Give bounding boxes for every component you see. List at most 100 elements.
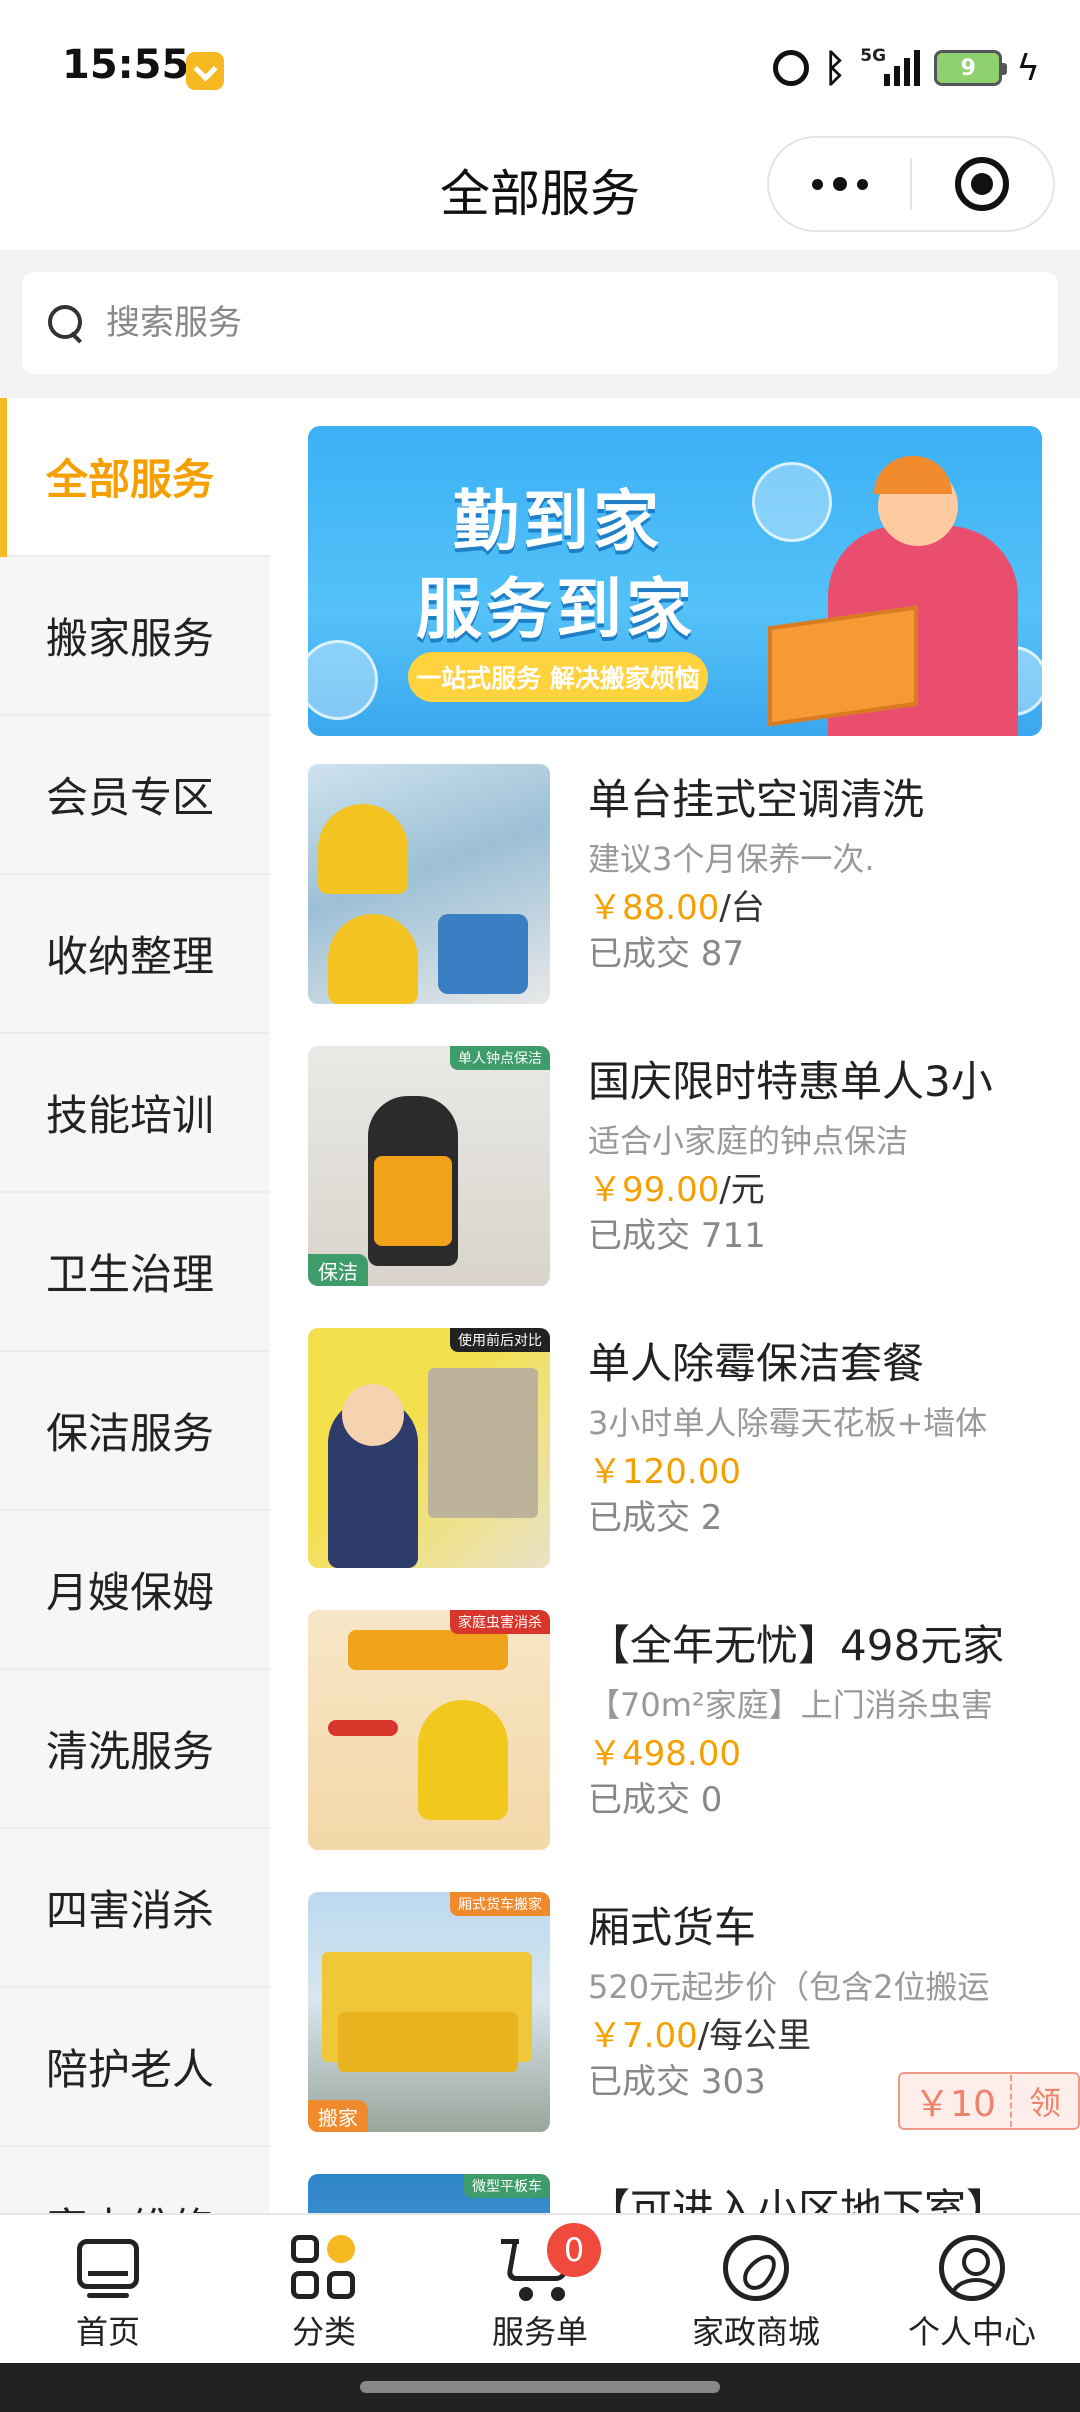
battery-icon: 9 xyxy=(934,50,1008,86)
thumbnail-category-tag: 保洁 xyxy=(308,1254,368,1286)
coupon-claim-label: 领 xyxy=(1028,2084,1061,2122)
tab-label: 个人中心 xyxy=(907,2313,1036,2351)
service-thumbnail: 单人钟点保洁 保洁 xyxy=(308,1046,550,1286)
tab-orders[interactable]: 0 服务单 xyxy=(432,2215,648,2365)
monitor-home-icon xyxy=(73,2233,143,2303)
service-price: ￥88.00/台 xyxy=(588,888,765,928)
service-title: 国庆限时特惠单人3小 xyxy=(588,1057,993,1106)
service-item[interactable]: 厢式货车搬家 搬家 厢式货车 520元起步价（包含2位搬运 ￥7.00/每公里 … xyxy=(308,1892,1080,2136)
service-item[interactable]: 微型平板车 【可进入小区地下室】 xyxy=(308,2174,1042,2213)
tab-mall[interactable]: 家政商城 xyxy=(648,2215,864,2365)
tab-label: 首页 xyxy=(75,2313,140,2351)
bubble-decoration xyxy=(308,640,378,720)
tab-profile[interactable]: 个人中心 xyxy=(864,2215,1080,2365)
app-notification-icon xyxy=(186,52,224,90)
service-sold-count: 已成交 2 xyxy=(588,1498,723,1538)
van-bubble-icon xyxy=(752,462,832,542)
thumbnail-corner-tag: 单人钟点保洁 xyxy=(450,1046,550,1070)
sidebar-item-label: 搬家服务 xyxy=(46,614,215,663)
coupon-button[interactable]: ￥10 领 xyxy=(898,2072,1080,2130)
service-sold-count: 已成交 711 xyxy=(588,1216,766,1256)
status-time: 15:55 xyxy=(62,42,190,88)
target-close-icon[interactable] xyxy=(912,138,1053,230)
bluetooth-icon: ᛒ xyxy=(823,46,847,90)
signal-icon: 5G xyxy=(860,46,921,86)
service-title: 单人除霉保洁套餐 xyxy=(588,1339,925,1388)
service-price: ￥498.00 xyxy=(588,1734,741,1774)
sidebar-item-label: 技能培训 xyxy=(46,1091,215,1140)
alarm-icon xyxy=(773,50,810,86)
search-icon xyxy=(46,303,86,343)
search-bar[interactable] xyxy=(22,272,1058,374)
service-thumbnail: 家庭虫害消杀 xyxy=(308,1610,550,1850)
title-bar: 全部服务 xyxy=(0,130,1080,250)
sidebar-item-label: 清洗服务 xyxy=(46,1727,215,1776)
service-title: 单台挂式空调清洗 xyxy=(588,775,925,824)
thumbnail-corner-tag: 微型平板车 xyxy=(464,2174,550,2198)
service-title: 【可进入小区地下室】 xyxy=(588,2185,1009,2213)
banner-slogan: 一站式服务 解决搬家烦恼 xyxy=(408,652,708,702)
service-subtitle: 3小时单人除霉天花板+墙体 xyxy=(588,1404,988,1442)
sidebar-item-pest-control[interactable]: 四害消杀 xyxy=(0,1829,270,1988)
sidebar-item-label: 陪护老人 xyxy=(46,2045,215,2094)
service-item[interactable]: 家庭虫害消杀 【全年无忧】498元家 【70m²家庭】上门消杀虫害 ￥498.0… xyxy=(308,1610,1042,1854)
sidebar-item-label: 收纳整理 xyxy=(46,932,215,981)
search-input[interactable] xyxy=(106,303,1006,343)
sidebar-item-label: 月嫂保姆 xyxy=(46,1568,215,1617)
sidebar-item-elderly-care[interactable]: 陪护老人 xyxy=(0,1988,270,2147)
sidebar-item-label: 卫生治理 xyxy=(46,1250,215,1299)
thumbnail-corner-tag: 家庭虫害消杀 xyxy=(450,1610,550,1634)
bottom-tab-bar: 首页 分类 0 服务单 家政商城 个人中心 xyxy=(0,2213,1080,2363)
charging-icon: ϟ xyxy=(1016,47,1040,89)
sidebar-item-label: 家电维修 xyxy=(46,2195,214,2213)
coupon-amount: ￥10 xyxy=(900,2075,1012,2127)
status-icons: ᛒ 5G 9 ϟ xyxy=(773,44,1040,92)
thumbnail-corner-tag: 使用前后对比 xyxy=(450,1328,550,1352)
sidebar-item-washing[interactable]: 清洗服务 xyxy=(0,1670,270,1829)
status-bar: 15:55 ᛒ 5G 9 ϟ xyxy=(0,0,1080,130)
more-dots-icon[interactable] xyxy=(769,138,910,230)
service-title: 【全年无忧】498元家 xyxy=(588,1621,1005,1670)
grid-category-icon xyxy=(289,2233,359,2303)
sidebar-item-label: 全部服务 xyxy=(46,455,215,504)
banner-title-line1: 勤到家 xyxy=(453,483,663,560)
service-list: 勤到家 服务到家 一站式服务 解决搬家烦恼 单台挂式空调清洗 建议3个月保养一次… xyxy=(270,398,1080,2213)
service-thumbnail: 使用前后对比 xyxy=(308,1328,550,1568)
sidebar-item-all[interactable]: 全部服务 xyxy=(0,398,270,557)
sidebar-item-moving[interactable]: 搬家服务 xyxy=(0,557,270,716)
sidebar-item-appliance-repair[interactable]: 家电维修 xyxy=(0,2147,270,2213)
thumbnail-corner-tag: 厢式货车搬家 xyxy=(450,1892,550,1916)
thumbnail-category-tag: 搬家 xyxy=(308,2100,368,2132)
sidebar-item-nanny[interactable]: 月嫂保姆 xyxy=(0,1511,270,1670)
cart-icon: 0 xyxy=(501,2223,601,2303)
sidebar-item-organizing[interactable]: 收纳整理 xyxy=(0,875,270,1034)
service-price: ￥120.00 xyxy=(588,1452,741,1492)
sidebar-item-label: 会员专区 xyxy=(46,773,215,822)
home-indicator[interactable] xyxy=(360,2381,720,2393)
sidebar-item-training[interactable]: 技能培训 xyxy=(0,1034,270,1193)
service-title: 厢式货车 xyxy=(588,1903,757,1952)
sidebar-item-sanitation[interactable]: 卫生治理 xyxy=(0,1193,270,1352)
service-subtitle: 【70m²家庭】上门消杀虫害 xyxy=(588,1686,993,1724)
tab-category[interactable]: 分类 xyxy=(216,2215,432,2365)
service-item[interactable]: 单台挂式空调清洗 建议3个月保养一次. ￥88.00/台 已成交 87 xyxy=(308,764,1042,1008)
category-sidebar: 全部服务 搬家服务 会员专区 收纳整理 技能培训 卫生治理 保洁服务 月嫂保姆 … xyxy=(0,398,270,2213)
user-icon xyxy=(937,2233,1007,2303)
service-subtitle: 520元起步价（包含2位搬运 xyxy=(588,1968,990,2006)
sidebar-item-member[interactable]: 会员专区 xyxy=(0,716,270,875)
tab-label: 服务单 xyxy=(491,2313,588,2351)
service-sold-count: 已成交 87 xyxy=(588,934,745,974)
service-price: ￥99.00/元 xyxy=(588,1170,765,1210)
sidebar-item-cleaning[interactable]: 保洁服务 xyxy=(0,1352,270,1511)
service-item[interactable]: 使用前后对比 单人除霉保洁套餐 3小时单人除霉天花板+墙体 ￥120.00 已成… xyxy=(308,1328,1042,1572)
sidebar-item-label: 保洁服务 xyxy=(46,1409,215,1458)
tab-label: 家政商城 xyxy=(691,2313,820,2351)
tab-home[interactable]: 首页 xyxy=(0,2215,216,2365)
system-nav-area xyxy=(0,2363,1080,2412)
mover-cap xyxy=(874,456,952,494)
service-thumbnail: 厢式货车搬家 搬家 xyxy=(308,1892,550,2132)
promo-banner[interactable]: 勤到家 服务到家 一站式服务 解决搬家烦恼 xyxy=(308,426,1042,736)
service-item[interactable]: 单人钟点保洁 保洁 国庆限时特惠单人3小 适合小家庭的钟点保洁 ￥99.00/元… xyxy=(308,1046,1042,1290)
service-thumbnail xyxy=(308,764,550,1004)
compass-icon xyxy=(721,2233,791,2303)
